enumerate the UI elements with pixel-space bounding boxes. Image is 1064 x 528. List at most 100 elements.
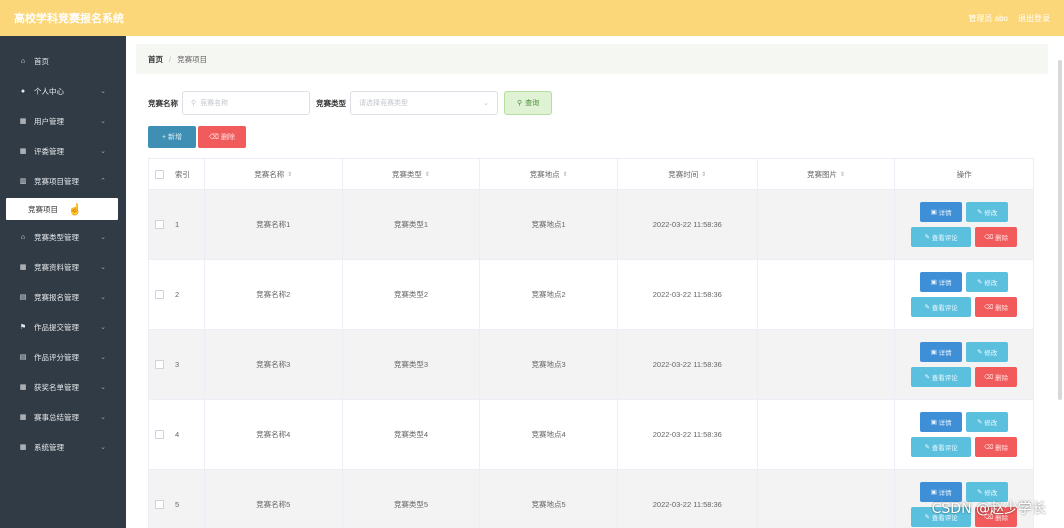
delete-button[interactable]: ⌫ 删除 [975, 297, 1018, 317]
sidebar-item-home[interactable]: ⌂ 首页 [0, 46, 126, 76]
delete-button[interactable]: ⌫ 删除 [975, 227, 1018, 247]
sidebar-item-label: 作品评分管理 [34, 352, 79, 362]
header-image[interactable]: 竞赛图片 ⇕ [758, 159, 896, 189]
chevron-down-icon: ⌄ [100, 118, 106, 125]
sidebar-item-judges[interactable]: ▦ 评委管理 ⌄ [0, 136, 126, 166]
edit-button[interactable]: ✎ 修改 [966, 202, 1009, 222]
select-all-checkbox[interactable] [155, 169, 165, 179]
row-name: 竞赛名称5 [205, 470, 343, 528]
chevron-down-icon: ⌄ [100, 294, 106, 301]
edit-button[interactable]: ✎ 修改 [966, 272, 1009, 292]
logout-link[interactable]: 退出登录 [1018, 13, 1050, 24]
sidebar-item-label: 首页 [34, 56, 49, 66]
add-button[interactable]: + 新增 [148, 126, 196, 148]
header-place[interactable]: 竞赛地点 ⇕ [480, 159, 618, 189]
header-ops: 操作 [956, 169, 972, 179]
detail-button[interactable]: ▣ 详情 [920, 412, 963, 432]
header-time[interactable]: 竞赛时间 ⇕ [618, 159, 758, 189]
view-comments-button[interactable]: ✎ 查看评论 [911, 297, 972, 317]
row-time: 2022-03-22 11:58:36 [618, 330, 758, 399]
chevron-down-icon: ⌄ [100, 234, 106, 241]
sidebar-subitem-projects[interactable]: 竞赛项目 ☝ [6, 198, 118, 220]
sidebar-item-system[interactable]: ▦ 系统管理 ⌄ [0, 432, 126, 462]
query-button-label: 查询 [525, 100, 540, 107]
view-comments-button[interactable]: ✎ 查看评论 [911, 437, 972, 457]
sidebar-item-registration[interactable]: ▤ 竞赛报名管理 ⌄ [0, 282, 126, 312]
row-name: 竞赛名称3 [205, 330, 343, 399]
trash-icon: ⌫ [209, 134, 219, 141]
type-select[interactable]: 请选择竞赛类型 ⌄ [350, 91, 498, 115]
detail-icon: ▣ [930, 279, 937, 286]
row-place: 竞赛地点3 [480, 330, 618, 399]
row-checkbox[interactable] [155, 500, 165, 509]
sidebar: ⌂ 首页 ● 个人中心 ⌄ ▦ 用户管理 ⌄ ▦ 评委管理 ⌄ ▥ 竞赛项目管理… [0, 36, 126, 528]
type-select-placeholder: 请选择竞赛类型 [359, 100, 408, 107]
row-ops: ▣ 详情 ✎ 修改 ✎ 查看评论 ⌫ 删除 [895, 190, 1033, 259]
type-label: 竞赛类型 [316, 98, 346, 108]
edit-icon: ✎ [924, 374, 930, 381]
trash-icon: ⌫ [984, 374, 994, 381]
sidebar-item-projects[interactable]: ▥ 竞赛项目管理 ⌃ [0, 166, 126, 196]
pointer-hand-icon: ☝ [68, 203, 82, 216]
row-image [758, 260, 896, 329]
row-place: 竞赛地点4 [480, 400, 618, 469]
row-type: 竞赛类型5 [343, 470, 481, 528]
breadcrumb: 首页 / 竞赛项目 [136, 44, 1048, 74]
row-checkbox[interactable] [155, 430, 165, 439]
vertical-scrollbar[interactable] [1058, 60, 1062, 400]
row-name: 竞赛名称2 [205, 260, 343, 329]
sidebar-item-summary[interactable]: ▦ 赛事总结管理 ⌄ [0, 402, 126, 432]
search-icon: ⚲ [517, 100, 523, 107]
table-row: 3 竞赛名称3 竞赛类型3 竞赛地点3 2022-03-22 11:58:36 … [149, 330, 1033, 400]
row-image [758, 330, 896, 399]
detail-icon: ▣ [930, 489, 937, 496]
grid-icon: ▦ [19, 414, 27, 421]
edit-icon: ✎ [977, 209, 983, 216]
detail-button[interactable]: ▣ 详情 [920, 202, 963, 222]
header-name[interactable]: 竞赛名称 ⇕ [205, 159, 343, 189]
delete-button[interactable]: ⌫ 删除 [975, 437, 1018, 457]
sidebar-item-users[interactable]: ▦ 用户管理 ⌄ [0, 106, 126, 136]
grid-icon: ▦ [19, 148, 27, 155]
edit-button[interactable]: ✎ 修改 [966, 412, 1009, 432]
view-comments-button[interactable]: ✎ 查看评论 [911, 227, 972, 247]
chevron-down-icon: ⌄ [483, 100, 489, 107]
row-time: 2022-03-22 11:58:36 [618, 470, 758, 528]
breadcrumb-home[interactable]: 首页 [148, 54, 163, 65]
detail-button[interactable]: ▣ 详情 [920, 272, 963, 292]
sidebar-item-profile[interactable]: ● 个人中心 ⌄ [0, 76, 126, 106]
sidebar-item-types[interactable]: ⌂ 竞赛类型管理 ⌄ [0, 222, 126, 252]
row-checkbox[interactable] [155, 360, 165, 369]
sidebar-item-scoring[interactable]: ▤ 作品评分管理 ⌄ [0, 342, 126, 372]
chevron-down-icon: ⌄ [100, 444, 106, 451]
row-time: 2022-03-22 11:58:36 [618, 260, 758, 329]
row-place: 竞赛地点2 [480, 260, 618, 329]
search-icon: ⚲ [191, 100, 197, 107]
home-icon: ⌂ [20, 57, 26, 65]
select-all-cell [149, 159, 171, 189]
row-type: 竞赛类型2 [343, 260, 481, 329]
name-search-input[interactable]: ⚲ 竞赛名称 [182, 91, 310, 115]
main-content: 首页 / 竞赛项目 竞赛名称 ⚲ 竞赛名称 竞赛类型 请选择竞赛类型 ⌄ ⚲ 查… [136, 44, 1048, 528]
row-type: 竞赛类型3 [343, 330, 481, 399]
sidebar-item-label: 用户管理 [34, 116, 64, 126]
view-comments-button[interactable]: ✎ 查看评论 [911, 367, 972, 387]
query-button[interactable]: ⚲ 查询 [504, 91, 553, 115]
row-image [758, 470, 896, 528]
row-checkbox[interactable] [155, 290, 165, 299]
row-name: 竞赛名称1 [205, 190, 343, 259]
grid-icon: ▦ [19, 384, 27, 391]
sidebar-item-awards[interactable]: ▦ 获奖名单管理 ⌄ [0, 372, 126, 402]
delete-button[interactable]: ⌫ 删除 [975, 367, 1018, 387]
chevron-down-icon: ⌄ [100, 414, 106, 421]
sidebar-item-submissions[interactable]: ⚑ 作品提交管理 ⌄ [0, 312, 126, 342]
edit-button[interactable]: ✎ 修改 [966, 342, 1009, 362]
row-ops: ▣ 详情 ✎ 修改 ✎ 查看评论 ⌫ 删除 [895, 260, 1033, 329]
sort-icon: ⇕ [562, 171, 568, 178]
row-checkbox[interactable] [155, 220, 165, 229]
bulk-delete-button[interactable]: ⌫ 删除 [198, 126, 246, 148]
detail-button[interactable]: ▣ 详情 [920, 342, 963, 362]
header-type[interactable]: 竞赛类型 ⇕ [343, 159, 481, 189]
sidebar-item-materials[interactable]: ▦ 竞赛资料管理 ⌄ [0, 252, 126, 282]
edit-icon: ✎ [924, 234, 930, 241]
